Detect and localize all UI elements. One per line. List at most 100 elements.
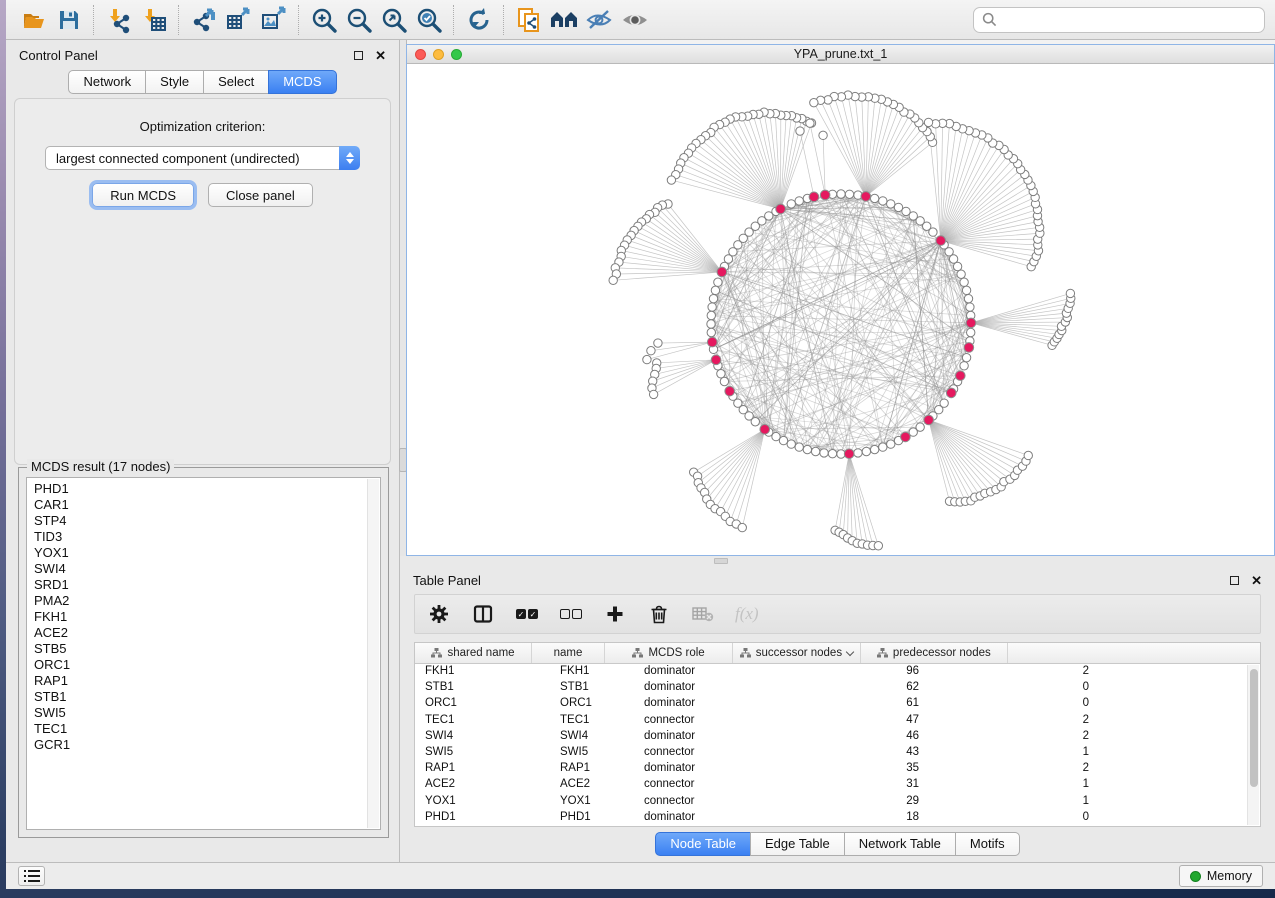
mcds-result-item[interactable]: ORC1 (34, 657, 380, 673)
network-hub-node[interactable] (725, 386, 735, 396)
run-mcds-button[interactable]: Run MCDS (92, 183, 194, 207)
task-history-button[interactable] (18, 866, 45, 886)
network-hub-node[interactable] (936, 236, 946, 246)
horizontal-splitter-handle[interactable] (714, 558, 728, 564)
tab-network-table[interactable]: Network Table (844, 832, 956, 856)
network-node[interactable] (957, 270, 965, 278)
network-leaf-node[interactable] (1024, 451, 1032, 459)
network-node[interactable] (811, 447, 819, 455)
network-node[interactable] (711, 286, 719, 294)
zoom-out-button[interactable] (341, 4, 376, 36)
node-table[interactable]: shared namenameMCDS rolesuccessor nodesp… (414, 642, 1261, 827)
export-network-button[interactable] (186, 4, 221, 36)
network-node[interactable] (707, 320, 715, 328)
network-hub-node[interactable] (717, 267, 727, 277)
network-node[interactable] (709, 294, 717, 302)
search-field[interactable] (973, 7, 1265, 33)
horizontal-splitter[interactable] (400, 556, 1275, 566)
network-hub-node[interactable] (711, 355, 721, 365)
network-leaf-node[interactable] (654, 339, 662, 347)
mcds-result-item[interactable]: ACE2 (34, 625, 380, 641)
mcds-result-item[interactable]: PHD1 (34, 481, 380, 497)
column-header-predecessor-nodes[interactable]: predecessor nodes (861, 643, 1008, 663)
table-row[interactable]: FKH1FKH1dominator962 (415, 664, 1260, 680)
network-hub-node[interactable] (776, 204, 786, 214)
network-node[interactable] (751, 418, 759, 426)
network-hub-node[interactable] (707, 337, 717, 347)
mcds-result-item[interactable]: SRD1 (34, 577, 380, 593)
tab-motifs[interactable]: Motifs (955, 832, 1020, 856)
tab-style[interactable]: Style (145, 70, 204, 94)
search-input[interactable] (1003, 12, 1256, 27)
network-node[interactable] (795, 443, 803, 451)
deselect-all-icon[interactable] (559, 602, 583, 626)
network-node[interactable] (708, 303, 716, 311)
mcds-result-item[interactable]: FKH1 (34, 609, 380, 625)
network-node[interactable] (964, 294, 972, 302)
export-image-button[interactable] (256, 4, 291, 36)
close-panel-icon[interactable]: ✕ (375, 49, 386, 62)
network-node[interactable] (787, 440, 795, 448)
network-hub-node[interactable] (946, 388, 956, 398)
float-table-panel-icon[interactable] (1230, 576, 1239, 585)
network-node[interactable] (803, 445, 811, 453)
network-leaf-node[interactable] (667, 176, 675, 184)
optimization-criterion-select[interactable]: largest connected component (undirected) (45, 146, 360, 170)
network-hub-node[interactable] (809, 192, 819, 202)
column-header-shared-name[interactable]: shared name (415, 643, 532, 663)
network-node[interactable] (707, 328, 715, 336)
zoom-fit-button[interactable] (376, 4, 411, 36)
network-node[interactable] (960, 362, 968, 370)
mcds-result-item[interactable]: TEC1 (34, 721, 380, 737)
table-row[interactable]: ORC1ORC1dominator610 (415, 696, 1260, 712)
network-node[interactable] (879, 443, 887, 451)
network-leaf-node[interactable] (819, 131, 827, 139)
network-node[interactable] (940, 399, 948, 407)
network-node[interactable] (870, 445, 878, 453)
mcds-result-item[interactable]: RAP1 (34, 673, 380, 689)
result-list-scrollbar[interactable] (367, 479, 379, 828)
network-node[interactable] (837, 190, 845, 198)
network-node[interactable] (879, 197, 887, 205)
table-row[interactable]: SWI4SWI4dominator462 (415, 729, 1260, 745)
mcds-result-item[interactable]: SWI5 (34, 705, 380, 721)
mcds-result-item[interactable]: CAR1 (34, 497, 380, 513)
network-leaf-node[interactable] (1066, 289, 1074, 297)
network-node[interactable] (820, 449, 828, 457)
zoom-selected-button[interactable] (411, 4, 446, 36)
network-leaf-node[interactable] (874, 542, 882, 550)
open-file-button[interactable] (16, 4, 51, 36)
network-graph[interactable] (407, 64, 1274, 555)
column-header-MCDS-role[interactable]: MCDS role (605, 643, 733, 663)
tab-edge-table[interactable]: Edge Table (750, 832, 845, 856)
network-leaf-node[interactable] (806, 119, 814, 127)
memory-button[interactable]: Memory (1179, 865, 1263, 887)
network-hub-node[interactable] (844, 449, 854, 459)
network-node[interactable] (916, 423, 924, 431)
table-scrollbar-thumb[interactable] (1250, 669, 1258, 787)
network-hub-node[interactable] (760, 425, 770, 435)
table-row[interactable]: YOX1YOX1connector291 (415, 794, 1260, 810)
table-row[interactable]: PHD1PHD1dominator180 (415, 810, 1260, 826)
select-all-icon[interactable]: ✓✓ (515, 602, 539, 626)
network-node[interactable] (787, 200, 795, 208)
mcds-result-item[interactable]: STB1 (34, 689, 380, 705)
column-header-successor-nodes[interactable]: successor nodes (733, 643, 860, 663)
copy-style-button[interactable] (511, 4, 546, 36)
add-icon[interactable] (603, 602, 627, 626)
hide-selected-button[interactable] (581, 4, 616, 36)
network-window-titlebar[interactable]: YPA_prune.txt_1 (407, 45, 1274, 64)
network-canvas[interactable] (407, 64, 1274, 555)
refresh-button[interactable] (461, 4, 496, 36)
mcds-result-item[interactable]: GCR1 (34, 737, 380, 753)
first-neighbors-button[interactable] (546, 4, 581, 36)
table-row[interactable]: STB1STB1dominator620 (415, 680, 1260, 696)
network-hub-node[interactable] (924, 415, 934, 425)
mcds-result-item[interactable]: YOX1 (34, 545, 380, 561)
network-hub-node[interactable] (901, 432, 911, 442)
close-table-panel-icon[interactable]: ✕ (1251, 574, 1262, 587)
network-node[interactable] (720, 377, 728, 385)
network-node[interactable] (894, 203, 902, 211)
import-table-button[interactable] (136, 4, 171, 36)
tab-mcds[interactable]: MCDS (268, 70, 336, 94)
